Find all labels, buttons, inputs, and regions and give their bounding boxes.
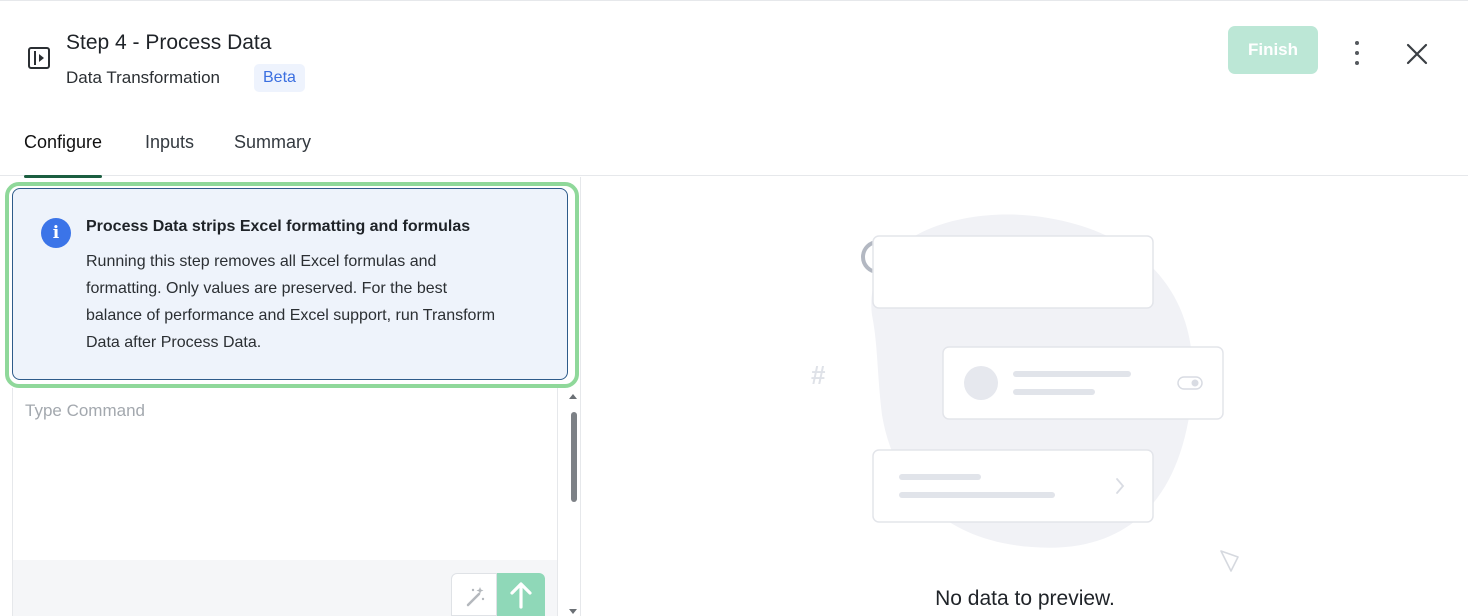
- tab-configure-label: Configure: [24, 132, 103, 152]
- command-input[interactable]: [13, 396, 553, 426]
- step-subtitle: Data Transformation: [66, 68, 221, 87]
- paper-plane-icon: [1220, 550, 1239, 572]
- arrow-up-icon: [510, 582, 532, 609]
- hash-icon: #: [811, 360, 826, 390]
- tab-inputs-label: Inputs: [145, 132, 195, 152]
- close-icon[interactable]: [1402, 39, 1432, 69]
- info-icon: i: [41, 218, 71, 248]
- tab-summary-label: Summary: [234, 132, 312, 152]
- kebab-menu-icon[interactable]: [1346, 39, 1368, 67]
- tab-summary[interactable]: Summary: [234, 132, 311, 176]
- preview-pane: # No data to preview.: [582, 177, 1468, 616]
- configure-pane: i Process Data strips Excel formatting a…: [0, 177, 581, 616]
- empty-state-illustration: #: [811, 214, 1239, 572]
- tab-inputs[interactable]: Inputs: [145, 132, 194, 176]
- scroll-up-icon[interactable]: [569, 394, 577, 399]
- command-panel: [12, 388, 558, 616]
- info-body: Running this step removes all Excel form…: [86, 253, 496, 351]
- info-title: Process Data strips Excel formatting and…: [86, 218, 471, 235]
- magic-wand-icon: [466, 587, 485, 607]
- step-title: Step 4 - Process Data: [66, 31, 272, 54]
- beta-badge: Beta: [254, 64, 305, 92]
- info-banner: i Process Data strips Excel formatting a…: [12, 188, 568, 380]
- tab-configure[interactable]: Configure: [24, 132, 103, 178]
- finish-button[interactable]: Finish: [1228, 26, 1318, 74]
- scroll-down-icon[interactable]: [569, 609, 577, 614]
- step-header: Step 4 - Process Data Data Transformatio…: [0, 0, 1468, 110]
- panel-toggle-icon[interactable]: [28, 47, 50, 69]
- command-footer: [13, 560, 557, 616]
- tab-bar: Configure Inputs Summary: [0, 118, 1468, 178]
- empty-preview-message: No data to preview.: [935, 587, 1115, 610]
- send-command-button[interactable]: [497, 573, 545, 616]
- command-scrollbar[interactable]: [566, 388, 580, 616]
- scroll-thumb[interactable]: [571, 412, 577, 502]
- magic-wand-button[interactable]: [451, 573, 497, 616]
